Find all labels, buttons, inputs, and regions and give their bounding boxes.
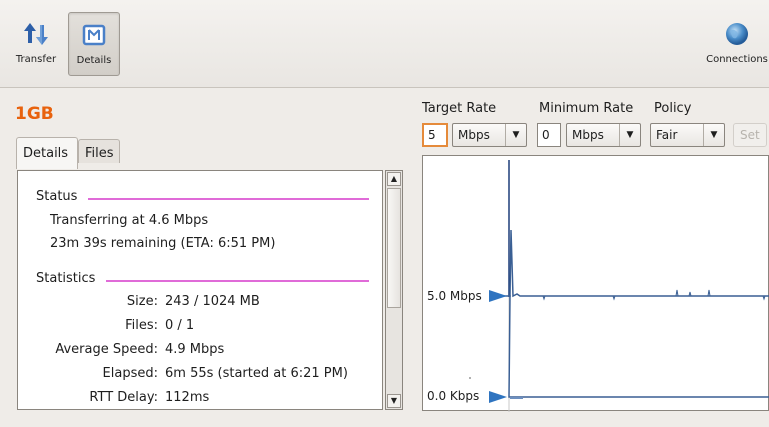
target-rate-marker[interactable]	[489, 290, 507, 302]
chevron-down-icon: ▼	[505, 124, 526, 146]
stat-files-value: 0 / 1	[165, 318, 195, 333]
stat-elapsed-value: 6m 55s (started at 6:21 PM)	[165, 366, 348, 381]
transfer-button-label: Transfer	[15, 54, 57, 65]
transfer-rate-graph: 5.0 Mbps 0.0 Kbps	[422, 155, 769, 412]
toolbar: Transfer Details Connections	[0, 0, 769, 88]
minimum-rate-unit-select[interactable]: Mbps ▼	[566, 123, 641, 147]
policy-select[interactable]: Fair ▼	[650, 123, 725, 147]
chevron-down-icon: ▼	[703, 124, 724, 146]
stat-average-speed-value: 4.9 Mbps	[165, 342, 225, 357]
policy-label: Policy	[654, 101, 692, 116]
minimum-rate-input[interactable]: 0	[537, 123, 561, 147]
scroll-up-arrow-icon[interactable]: ▲	[387, 172, 401, 186]
stat-size-label: Size:	[126, 294, 158, 309]
details-button[interactable]: Details	[68, 12, 120, 76]
stat-rtt-delay-value: 112ms	[165, 390, 210, 405]
chevron-down-icon: ▼	[619, 124, 640, 146]
policy-value: Fair	[656, 128, 678, 142]
minimum-rate-unit-value: Mbps	[572, 128, 604, 142]
minimum-rate-label: Minimum Rate	[539, 101, 634, 116]
target-rate-marker-label: 5.0 Mbps	[427, 289, 482, 303]
set-button[interactable]: Set	[733, 123, 767, 147]
status-heading: Status	[36, 189, 78, 204]
details-window-icon	[82, 24, 106, 46]
statistics-heading: Statistics	[36, 271, 96, 286]
rate-series-line	[509, 229, 769, 298]
minimum-rate-marker-label: 0.0 Kbps	[427, 389, 480, 403]
stat-average-speed-label: Average Speed:	[55, 342, 158, 357]
status-remaining-time: 23m 39s remaining (ETA: 6:51 PM)	[50, 236, 276, 251]
statistics-divider	[106, 280, 369, 282]
transfer-title: 1GB	[15, 104, 54, 124]
globe-icon	[726, 23, 748, 45]
minimum-rate-marker[interactable]	[489, 391, 507, 403]
stat-rtt-delay-label: RTT Delay:	[89, 390, 158, 405]
details-scrollbar[interactable]: ▲ ▼	[385, 170, 403, 410]
tab-details[interactable]: Details	[16, 137, 78, 169]
rate-graph-svg	[469, 160, 769, 412]
details-button-label: Details	[76, 55, 112, 66]
stat-size-value: 243 / 1024 MB	[165, 294, 260, 309]
scroll-down-arrow-icon[interactable]: ▼	[387, 394, 401, 408]
target-rate-label: Target Rate	[422, 101, 497, 116]
target-rate-input[interactable]: 5	[422, 123, 448, 147]
stat-files-label: Files:	[125, 318, 158, 333]
details-panel: Status Transferring at 4.6 Mbps 23m 39s …	[17, 170, 383, 410]
tab-files[interactable]: Files	[78, 139, 120, 163]
target-rate-unit-select[interactable]: Mbps ▼	[452, 123, 527, 147]
scrollbar-thumb[interactable]	[387, 188, 401, 308]
connections-button-label: Connections	[706, 54, 768, 65]
status-transfer-rate: Transferring at 4.6 Mbps	[50, 213, 209, 228]
transfer-arrows-icon	[24, 23, 48, 45]
status-divider	[88, 198, 369, 200]
target-rate-unit-value: Mbps	[458, 128, 490, 142]
connections-button[interactable]: Connections	[706, 12, 768, 76]
transfer-button[interactable]: Transfer	[10, 12, 62, 76]
stat-elapsed-label: Elapsed:	[102, 366, 158, 381]
